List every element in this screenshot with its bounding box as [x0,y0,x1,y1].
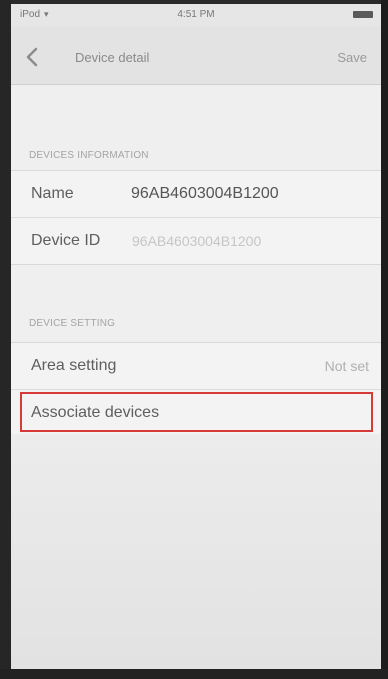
page-title: Device detail [75,50,150,65]
app-screen: iPod ▾ 4:51 PM Device detail Save DEVICES… [11,4,381,669]
empty-area [11,434,381,669]
device-bezel-bottom [0,669,388,679]
device-bezel-left [0,0,11,679]
device-id-label: Device ID [31,232,101,249]
device-setting-header: DEVICE SETTING [29,318,116,329]
status-time: 4:51 PM [177,9,215,20]
status-bar: iPod ▾ 4:51 PM [11,4,381,26]
devices-information-header: DEVICES INFORMATION [29,150,149,161]
name-label: Name [31,185,74,202]
name-value: 96AB4603004B1200 [131,185,279,202]
name-row: Name 96AB4603004B1200 [11,171,381,218]
devices-information-group: Name 96AB4603004B1200 Device ID 96AB4603… [11,170,381,265]
device-id-row: Device ID 96AB4603004B1200 [11,218,381,264]
device-setting-group: Area setting Not set Associate devices [11,342,381,437]
area-setting-value: Not set [324,358,369,374]
associate-devices-label: Associate devices [31,404,160,421]
associate-devices-row[interactable]: Associate devices [11,390,381,436]
device-id-value: 96AB4603004B1200 [132,233,262,249]
battery-icon [353,11,373,18]
navigation-bar: Device detail Save [11,26,381,85]
chevron-left-icon[interactable] [24,46,42,68]
area-setting-label: Area setting [31,357,117,374]
save-button[interactable]: Save [337,50,367,65]
area-setting-row[interactable]: Area setting Not set [11,343,381,390]
device-bezel-right [381,0,388,679]
